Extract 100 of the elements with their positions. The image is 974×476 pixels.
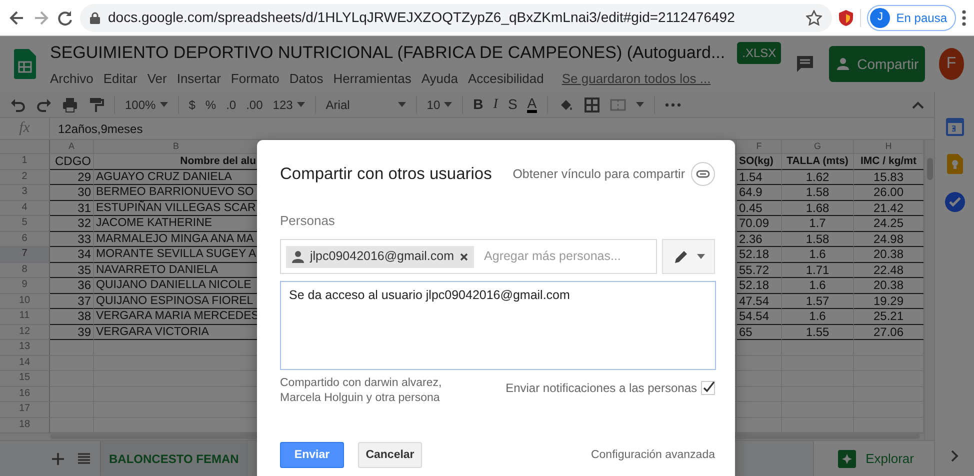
profile-button[interactable]: J En pausa xyxy=(867,4,956,30)
people-field[interactable]: jlpc09042016@gmail.com Agregar más personas... xyxy=(280,239,657,274)
row-header[interactable]: 4 xyxy=(0,200,50,216)
italic-button[interactable]: I xyxy=(493,94,498,115)
expand-panel-icon[interactable] xyxy=(950,450,958,462)
paint-format-icon[interactable] xyxy=(88,96,104,112)
table-cell: 1.57 xyxy=(782,294,854,309)
row-header[interactable]: 17 xyxy=(0,402,50,418)
row-header[interactable]: 8 xyxy=(0,262,50,278)
table-cell: 1.6 xyxy=(782,247,854,262)
calendar-icon[interactable] xyxy=(946,118,964,136)
increase-decimals-button[interactable]: .00 xyxy=(246,96,263,114)
sheet-tab[interactable]: BALONCESTO FEMAN xyxy=(100,441,248,476)
row-header[interactable]: 13 xyxy=(0,340,50,356)
table-cell: 29 xyxy=(50,170,94,185)
more-menu-icon[interactable] xyxy=(962,10,966,26)
address-bar[interactable]: docs.google.com/spreadsheets/d/1HLYLqJRWEJXZOQTZypZ6_qBxZKmLnai3/edit#gid=2112476492 xyxy=(80,4,832,32)
table-cell xyxy=(50,386,94,402)
zoom-dropdown[interactable]: 100% xyxy=(125,96,168,114)
number-format-dropdown[interactable]: 123 xyxy=(272,96,305,114)
remove-icon[interactable] xyxy=(460,252,468,261)
account-avatar[interactable]: F xyxy=(938,48,964,80)
table-cell xyxy=(50,356,94,371)
row-header[interactable]: 15 xyxy=(0,371,50,386)
table-cell: 36 xyxy=(50,278,94,294)
redo-icon[interactable] xyxy=(36,96,52,112)
explore-icon xyxy=(838,450,856,468)
menu-item[interactable]: Editar xyxy=(103,68,138,88)
table-cell: 32 xyxy=(50,216,94,232)
explore-button[interactable]: Explorar xyxy=(812,441,934,476)
undo-icon[interactable] xyxy=(10,96,26,112)
strikethrough-button[interactable]: S xyxy=(508,94,518,115)
sheet-list-icon[interactable] xyxy=(78,453,90,464)
row-header[interactable]: 18 xyxy=(0,418,50,433)
caret-icon xyxy=(296,102,305,107)
font-dropdown[interactable]: Arial xyxy=(326,96,406,114)
table-cell xyxy=(782,340,854,356)
advanced-settings-link[interactable]: Configuración avanzada xyxy=(590,446,715,464)
menu-item[interactable]: Datos xyxy=(289,68,324,88)
menu-item[interactable]: Ver xyxy=(147,68,167,88)
column-header[interactable]: G xyxy=(782,140,854,154)
row-header[interactable]: 6 xyxy=(0,232,50,247)
borders-icon[interactable] xyxy=(584,96,600,112)
row-header[interactable]: 7 xyxy=(0,247,50,262)
shield-icon[interactable] xyxy=(838,8,854,26)
row-header[interactable]: 5 xyxy=(0,216,50,232)
menu-item[interactable]: Accesibilidad xyxy=(468,68,544,88)
send-button[interactable]: Enviar xyxy=(280,442,344,468)
percent-button[interactable]: % xyxy=(205,96,216,114)
sheets-logo-icon[interactable] xyxy=(14,49,36,79)
row-header[interactable]: 9 xyxy=(0,278,50,294)
menu-item[interactable]: Archivo xyxy=(50,68,94,88)
column-header[interactable]: F xyxy=(737,140,782,154)
row-header[interactable]: 1 xyxy=(0,154,50,170)
table-cell: 1.6 xyxy=(782,309,854,324)
forward-icon[interactable] xyxy=(32,8,50,26)
reload-icon[interactable] xyxy=(56,8,74,26)
menu-item[interactable]: Ayuda xyxy=(421,68,458,88)
caret-icon xyxy=(696,254,704,260)
row-header[interactable]: 16 xyxy=(0,386,50,402)
share-button[interactable]: Compartir xyxy=(829,46,925,82)
notify-checkbox[interactable]: Enviar notificaciones a las personas xyxy=(506,379,715,398)
menu-item[interactable]: Insertar xyxy=(176,68,221,88)
row-header[interactable]: 2 xyxy=(0,170,50,185)
row-header[interactable]: 11 xyxy=(0,309,50,324)
save-status-link[interactable]: Se guardaron todos los ... xyxy=(562,68,711,88)
table-cell: 38 xyxy=(50,309,94,324)
decrease-decimals-button[interactable]: .0 xyxy=(226,96,236,114)
menu-item[interactable]: Formato xyxy=(230,68,280,88)
cancel-button[interactable]: Cancelar xyxy=(358,442,422,468)
checkbox-icon[interactable] xyxy=(701,381,715,396)
row-header[interactable]: 14 xyxy=(0,356,50,371)
text-color-button[interactable]: A xyxy=(527,96,537,113)
row-header[interactable]: 12 xyxy=(0,324,50,340)
back-icon[interactable] xyxy=(8,8,26,26)
row-header[interactable]: 3 xyxy=(0,185,50,200)
table-cell xyxy=(737,340,782,356)
message-field[interactable]: Se da acceso al usuario jlpc09042016@gmail.com xyxy=(280,281,716,370)
bold-button[interactable]: B xyxy=(473,94,484,115)
tasks-icon[interactable] xyxy=(944,192,964,212)
comment-icon[interactable] xyxy=(795,54,816,74)
currency-button[interactable]: $ xyxy=(188,96,196,114)
column-header[interactable]: B xyxy=(94,140,259,154)
column-header[interactable]: A xyxy=(50,140,94,154)
section-label: Personas xyxy=(280,212,336,230)
more-icon[interactable] xyxy=(664,102,681,106)
table-cell: 30 xyxy=(50,185,94,200)
row-header[interactable]: 10 xyxy=(0,294,50,309)
merge-cells-icon[interactable] xyxy=(610,96,626,112)
collapse-icon[interactable] xyxy=(912,100,924,108)
add-sheet-icon[interactable] xyxy=(52,452,64,464)
email-chip[interactable]: jlpc09042016@gmail.com xyxy=(286,246,474,268)
star-icon[interactable] xyxy=(806,10,822,26)
font-size-dropdown[interactable]: 10 xyxy=(426,96,452,114)
print-icon[interactable] xyxy=(62,96,78,112)
get-link-button[interactable]: Obtener vínculo para compartir xyxy=(512,162,715,186)
permission-dropdown[interactable] xyxy=(662,239,715,274)
column-header[interactable]: H xyxy=(854,140,924,154)
menu-item[interactable]: Herramientas xyxy=(333,68,412,88)
table-cell: 1.58 xyxy=(782,185,854,200)
